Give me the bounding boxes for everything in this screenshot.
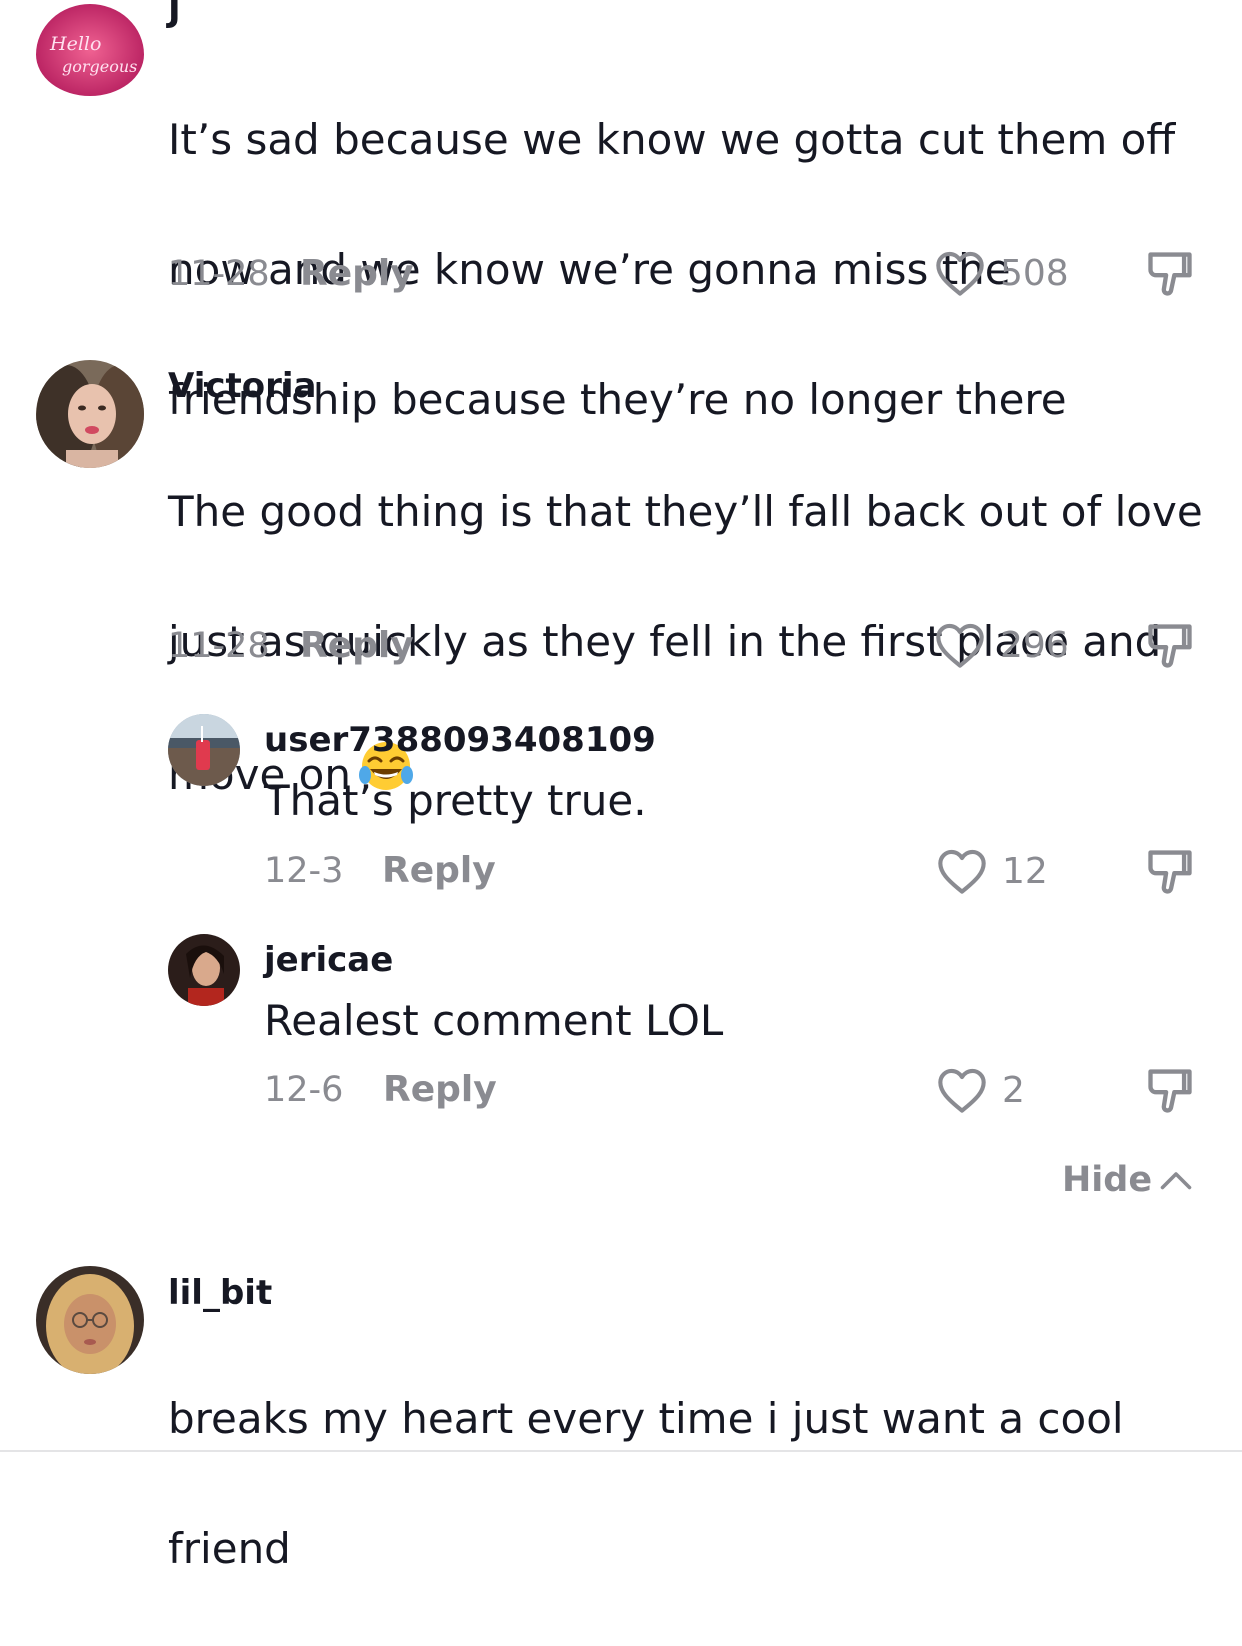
- comment-date: 12-6: [264, 1070, 344, 1110]
- avatar[interactable]: [36, 1266, 144, 1374]
- avatar-image: [36, 360, 144, 468]
- like-count: 296: [1000, 624, 1069, 666]
- avatar-text-line-1: Hello: [49, 33, 101, 55]
- avatar[interactable]: [168, 714, 240, 786]
- reply-button[interactable]: Reply: [300, 625, 414, 666]
- like-button[interactable]: 296: [934, 621, 1069, 669]
- avatar[interactable]: Hello gorgeous: [36, 4, 144, 96]
- chevron-up-icon: [1160, 1172, 1192, 1190]
- comment-username[interactable]: lil_bit: [168, 1273, 272, 1313]
- comment-text-line: friend: [168, 1524, 291, 1573]
- comment-username[interactable]: jericae: [264, 940, 393, 980]
- hide-replies-button[interactable]: Hide: [1062, 1160, 1194, 1200]
- comment-username[interactable]: user7388093408109: [264, 720, 656, 760]
- like-count: 2: [1002, 1069, 1025, 1111]
- like-button[interactable]: 12: [936, 847, 1048, 895]
- avatar-text-line-2: gorgeous: [62, 57, 137, 76]
- heart-outline-icon: [936, 623, 984, 668]
- comment-text: That’s pretty true.: [264, 776, 647, 825]
- bottom-divider: [0, 1450, 1242, 1452]
- heart-outline-icon: [938, 1068, 986, 1113]
- thumbs-down-icon: [1148, 252, 1192, 296]
- comment-text: Realest comment LOL: [264, 996, 724, 1045]
- avatar-image: [168, 934, 240, 1006]
- heart-outline-icon: [936, 251, 984, 296]
- avatar[interactable]: [36, 360, 144, 468]
- avatar-image: [168, 714, 240, 786]
- thumbs-down-icon: [1148, 1069, 1192, 1113]
- dislike-button[interactable]: [1144, 1064, 1196, 1120]
- comment-username[interactable]: Victoria: [168, 366, 317, 406]
- like-button[interactable]: 508: [934, 249, 1069, 297]
- dislike-button[interactable]: [1144, 619, 1196, 675]
- comment-text-line: breaks my heart every time i just want a…: [168, 1394, 1124, 1443]
- thumbs-down-icon: [1148, 850, 1192, 894]
- like-button[interactable]: 2: [936, 1066, 1025, 1114]
- reply-button[interactable]: Reply: [382, 850, 496, 891]
- dislike-button[interactable]: [1144, 845, 1196, 901]
- comment-date: 11-28: [168, 254, 270, 294]
- avatar[interactable]: [168, 934, 240, 1006]
- comment-text-line: It’s sad because we know we gotta cut th…: [168, 115, 1176, 164]
- comment-date: 12-3: [264, 851, 344, 891]
- like-count: 508: [1000, 252, 1069, 294]
- avatar-image: [36, 1266, 144, 1374]
- reply-button[interactable]: Reply: [383, 1069, 497, 1110]
- heart-outline-icon: [938, 849, 986, 894]
- comment-text-line: The good thing is that they’ll fall back…: [168, 487, 1203, 536]
- avatar-image: Hello gorgeous: [36, 4, 144, 96]
- comment-text: breaks my heart every time i just want a…: [168, 1321, 1208, 1646]
- reply-button[interactable]: Reply: [300, 253, 414, 294]
- like-count: 12: [1002, 850, 1048, 892]
- hide-label: Hide: [1062, 1160, 1153, 1200]
- thumbs-down-icon: [1148, 624, 1192, 668]
- dislike-button[interactable]: [1144, 247, 1196, 303]
- comment-date: 11-28: [168, 626, 270, 666]
- comment-username[interactable]: J: [168, 0, 181, 30]
